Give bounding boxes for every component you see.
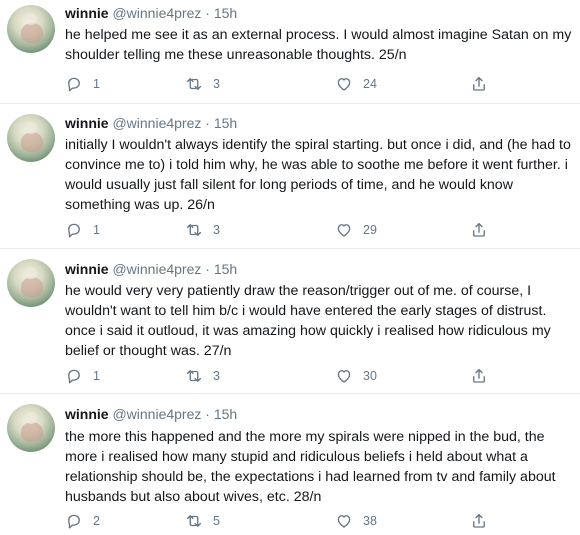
avatar[interactable] [7, 404, 55, 452]
tweet-actions: 1 3 30 [65, 367, 505, 389]
user-handle[interactable]: @winnie4prez [112, 115, 201, 131]
retweet-count: 3 [213, 369, 220, 383]
user-handle[interactable]: @winnie4prez [112, 5, 201, 21]
share-icon [473, 76, 485, 91]
retweet-count: 3 [213, 77, 220, 91]
like-button[interactable]: 38 [335, 512, 377, 530]
reply-count: 1 [93, 77, 100, 91]
retweet-count: 5 [213, 514, 220, 528]
display-name[interactable]: winnie [65, 261, 109, 277]
tweet[interactable]: winnie @winnie4prez · 15h initially I wo… [0, 104, 580, 249]
separator-dot: · [205, 5, 210, 21]
tweet-actions: 1 3 24 [65, 75, 505, 97]
tweet[interactable]: winnie @winnie4prez · 15h he helped me s… [0, 0, 580, 104]
share-icon [473, 368, 485, 383]
tweet-header: winnie @winnie4prez · 15h [65, 261, 237, 277]
retweet-icon [186, 224, 202, 236]
display-name[interactable]: winnie [65, 115, 109, 131]
retweet-button[interactable]: 3 [185, 75, 220, 93]
reply-icon [68, 77, 80, 92]
reply-icon [68, 223, 80, 238]
avatar[interactable] [7, 259, 55, 307]
separator-dot: · [205, 115, 210, 131]
reply-count: 1 [93, 223, 100, 237]
tweet[interactable]: winnie @winnie4prez · 15h he would very … [0, 249, 580, 394]
tweet-actions: 2 5 38 [65, 512, 505, 534]
tweet[interactable]: winnie @winnie4prez · 15h the more this … [0, 394, 580, 535]
retweet-icon [186, 515, 202, 527]
tweet-header: winnie @winnie4prez · 15h [65, 5, 237, 21]
display-name[interactable]: winnie [65, 406, 109, 422]
avatar[interactable] [7, 5, 55, 53]
display-name[interactable]: winnie [65, 5, 109, 21]
share-button[interactable] [470, 512, 488, 530]
tweet-text: initially I wouldn't always identify the… [65, 137, 571, 213]
like-icon [337, 78, 351, 91]
like-icon [337, 224, 351, 237]
reply-button[interactable]: 1 [65, 75, 100, 93]
tweet-text: the more this happened and the more my s… [65, 429, 556, 505]
retweet-count: 3 [213, 223, 220, 237]
reply-button[interactable]: 1 [65, 367, 100, 385]
timestamp[interactable]: 15h [214, 406, 237, 422]
reply-button[interactable]: 2 [65, 512, 100, 530]
share-icon [473, 222, 485, 237]
like-button[interactable]: 24 [335, 75, 377, 93]
retweet-icon [186, 370, 202, 382]
like-count: 30 [363, 369, 377, 383]
reply-count: 2 [93, 514, 100, 528]
user-handle[interactable]: @winnie4prez [112, 406, 201, 422]
like-icon [337, 515, 351, 528]
retweet-icon [186, 78, 202, 90]
tweet-header: winnie @winnie4prez · 15h [65, 406, 237, 422]
timestamp[interactable]: 15h [214, 115, 237, 131]
share-button[interactable] [470, 367, 488, 385]
reply-button[interactable]: 1 [65, 221, 100, 239]
tweet-text: he helped me see it as an external proce… [65, 27, 572, 63]
separator-dot: · [205, 406, 210, 422]
like-button[interactable]: 30 [335, 367, 377, 385]
share-button[interactable] [470, 75, 488, 93]
share-icon [473, 513, 485, 528]
like-icon [337, 370, 351, 383]
tweet-text: he would very very patiently draw the re… [65, 283, 551, 359]
timestamp[interactable]: 15h [214, 5, 237, 21]
retweet-button[interactable]: 5 [185, 512, 220, 530]
retweet-button[interactable]: 3 [185, 367, 220, 385]
like-button[interactable]: 29 [335, 221, 377, 239]
like-count: 29 [363, 223, 377, 237]
like-count: 38 [363, 514, 377, 528]
tweet-header: winnie @winnie4prez · 15h [65, 115, 237, 131]
tweet-actions: 1 3 29 [65, 221, 505, 243]
reply-icon [68, 369, 80, 384]
user-handle[interactable]: @winnie4prez [112, 261, 201, 277]
avatar[interactable] [7, 114, 55, 162]
separator-dot: · [205, 261, 210, 277]
timestamp[interactable]: 15h [214, 261, 237, 277]
share-button[interactable] [470, 221, 488, 239]
reply-count: 1 [93, 369, 100, 383]
like-count: 24 [363, 77, 377, 91]
retweet-button[interactable]: 3 [185, 221, 220, 239]
reply-icon [68, 514, 80, 529]
